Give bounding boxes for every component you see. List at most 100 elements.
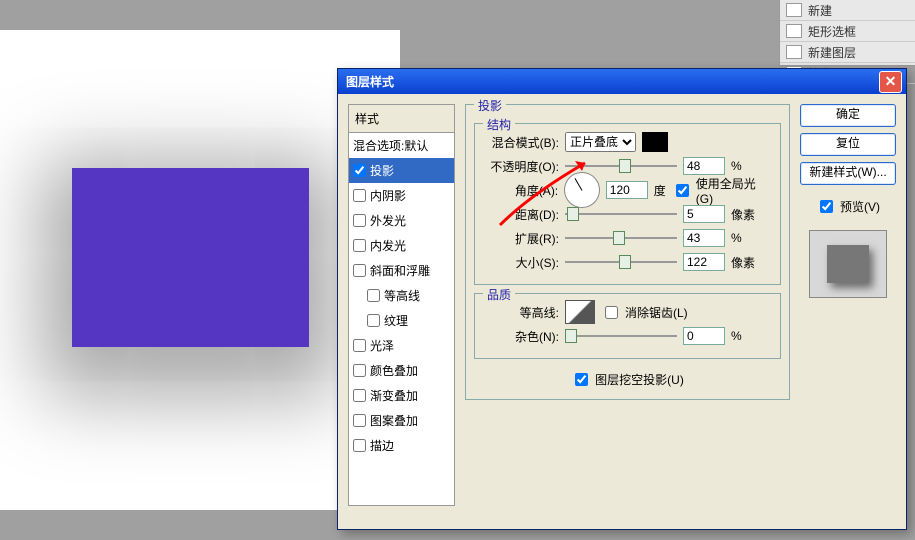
style-checkbox[interactable] bbox=[353, 264, 366, 277]
unit-label: % bbox=[731, 159, 742, 173]
dialog-buttons: 确定 复位 新建样式(W)... 预览(V) bbox=[800, 104, 896, 506]
style-checkbox[interactable] bbox=[353, 189, 366, 202]
quality-fieldset: 品质 等高线: 消除锯齿(L) 杂色(N): % bbox=[474, 293, 781, 359]
style-label: 投影 bbox=[370, 162, 394, 179]
style-row-6[interactable]: 等高线 bbox=[349, 283, 454, 308]
style-label: 混合选项:默认 bbox=[353, 137, 428, 154]
style-checkbox[interactable] bbox=[353, 239, 366, 252]
style-row-10[interactable]: 渐变叠加 bbox=[349, 383, 454, 408]
distance-slider[interactable] bbox=[565, 205, 677, 223]
style-label: 外发光 bbox=[370, 212, 406, 229]
unit-label: 像素 bbox=[731, 206, 755, 223]
unit-label: % bbox=[731, 329, 742, 343]
style-row-1[interactable]: 投影 bbox=[349, 158, 454, 183]
contour-label: 等高线: bbox=[483, 304, 559, 321]
history-label: 新建 bbox=[808, 2, 832, 19]
contour-picker[interactable] bbox=[565, 300, 595, 324]
style-row-12[interactable]: 描边 bbox=[349, 433, 454, 458]
close-button[interactable]: ✕ bbox=[879, 71, 902, 93]
history-label: 新建图层 bbox=[808, 44, 856, 61]
size-slider[interactable] bbox=[565, 253, 677, 271]
history-label: 矩形选框 bbox=[808, 23, 856, 40]
purple-layer bbox=[72, 168, 309, 347]
blend-mode-label: 混合模式(B): bbox=[483, 134, 559, 151]
style-label: 等高线 bbox=[384, 287, 420, 304]
history-item[interactable]: 矩形选框 bbox=[780, 21, 915, 42]
preview-checkbox[interactable]: 预览(V) bbox=[800, 197, 896, 216]
style-checkbox[interactable] bbox=[353, 214, 366, 227]
structure-fieldset: 结构 混合模式(B): 正片叠底 不透明度(O): % 角度(A): bbox=[474, 123, 781, 285]
history-panel: 新建 矩形选框 新建图层 填充 bbox=[779, 0, 915, 66]
shadow-color-swatch[interactable] bbox=[642, 132, 668, 152]
preview-thumbnail bbox=[809, 230, 887, 298]
history-icon bbox=[786, 3, 802, 17]
style-row-11[interactable]: 图案叠加 bbox=[349, 408, 454, 433]
settings-panel: 投影 结构 混合模式(B): 正片叠底 不透明度(O): % bbox=[465, 104, 790, 506]
style-checkbox[interactable] bbox=[353, 364, 366, 377]
spread-slider[interactable] bbox=[565, 229, 677, 247]
styles-header: 样式 bbox=[349, 105, 454, 133]
antialias-checkbox[interactable]: 消除锯齿(L) bbox=[601, 303, 688, 322]
noise-slider[interactable] bbox=[565, 327, 677, 345]
size-label: 大小(S): bbox=[483, 254, 559, 271]
style-label: 光泽 bbox=[370, 337, 394, 354]
style-label: 内阴影 bbox=[370, 187, 406, 204]
global-light-checkbox[interactable]: 使用全局光(G) bbox=[672, 175, 772, 206]
style-checkbox[interactable] bbox=[353, 439, 366, 452]
style-checkbox[interactable] bbox=[353, 414, 366, 427]
style-row-2[interactable]: 内阴影 bbox=[349, 183, 454, 208]
style-row-3[interactable]: 外发光 bbox=[349, 208, 454, 233]
styles-list: 混合选项:默认投影内阴影外发光内发光斜面和浮雕等高线纹理光泽颜色叠加渐变叠加图案… bbox=[349, 133, 454, 505]
ok-button[interactable]: 确定 bbox=[800, 104, 896, 127]
angle-dial[interactable] bbox=[564, 172, 600, 208]
style-label: 图案叠加 bbox=[370, 412, 418, 429]
angle-label: 角度(A): bbox=[483, 182, 558, 199]
style-row-7[interactable]: 纹理 bbox=[349, 308, 454, 333]
dropshadow-group: 投影 结构 混合模式(B): 正片叠底 不透明度(O): % bbox=[465, 104, 790, 400]
style-label: 颜色叠加 bbox=[370, 362, 418, 379]
distance-label: 距离(D): bbox=[483, 206, 559, 223]
spread-input[interactable] bbox=[683, 229, 725, 247]
style-checkbox[interactable] bbox=[353, 339, 366, 352]
style-checkbox[interactable] bbox=[367, 314, 380, 327]
spread-label: 扩展(R): bbox=[483, 230, 559, 247]
style-row-4[interactable]: 内发光 bbox=[349, 233, 454, 258]
new-style-button[interactable]: 新建样式(W)... bbox=[800, 162, 896, 185]
history-item[interactable]: 新建 bbox=[780, 0, 915, 21]
style-row-9[interactable]: 颜色叠加 bbox=[349, 358, 454, 383]
noise-label: 杂色(N): bbox=[483, 328, 559, 345]
styles-panel: 样式 混合选项:默认投影内阴影外发光内发光斜面和浮雕等高线纹理光泽颜色叠加渐变叠… bbox=[348, 104, 455, 506]
unit-label: 像素 bbox=[731, 254, 755, 271]
style-row-5[interactable]: 斜面和浮雕 bbox=[349, 258, 454, 283]
style-label: 斜面和浮雕 bbox=[370, 262, 430, 279]
titlebar[interactable]: 图层样式 ✕ bbox=[338, 69, 906, 94]
fieldset-legend: 结构 bbox=[483, 116, 515, 133]
unit-label: % bbox=[731, 231, 742, 245]
style-label: 描边 bbox=[370, 437, 394, 454]
group-title: 投影 bbox=[474, 97, 506, 114]
size-input[interactable] bbox=[683, 253, 725, 271]
style-row-0[interactable]: 混合选项:默认 bbox=[349, 133, 454, 158]
history-item[interactable]: 新建图层 bbox=[780, 42, 915, 63]
blend-mode-select[interactable]: 正片叠底 bbox=[565, 132, 636, 152]
fieldset-legend: 品质 bbox=[483, 286, 515, 303]
opacity-label: 不透明度(O): bbox=[483, 158, 559, 175]
style-label: 内发光 bbox=[370, 237, 406, 254]
unit-label: 度 bbox=[654, 182, 666, 199]
history-icon bbox=[786, 45, 802, 59]
distance-input[interactable] bbox=[683, 205, 725, 223]
opacity-input[interactable] bbox=[683, 157, 725, 175]
noise-input[interactable] bbox=[683, 327, 725, 345]
knockout-checkbox[interactable]: 图层挖空投影(U) bbox=[571, 370, 684, 389]
reset-button[interactable]: 复位 bbox=[800, 133, 896, 156]
dialog-title: 图层样式 bbox=[342, 73, 394, 90]
layer-style-dialog: 图层样式 ✕ 样式 混合选项:默认投影内阴影外发光内发光斜面和浮雕等高线纹理光泽… bbox=[337, 68, 907, 530]
style-checkbox[interactable] bbox=[367, 289, 380, 302]
angle-input[interactable] bbox=[606, 181, 648, 199]
history-icon bbox=[786, 24, 802, 38]
style-checkbox[interactable] bbox=[353, 164, 366, 177]
style-row-8[interactable]: 光泽 bbox=[349, 333, 454, 358]
style-label: 纹理 bbox=[384, 312, 408, 329]
style-checkbox[interactable] bbox=[353, 389, 366, 402]
style-label: 渐变叠加 bbox=[370, 387, 418, 404]
